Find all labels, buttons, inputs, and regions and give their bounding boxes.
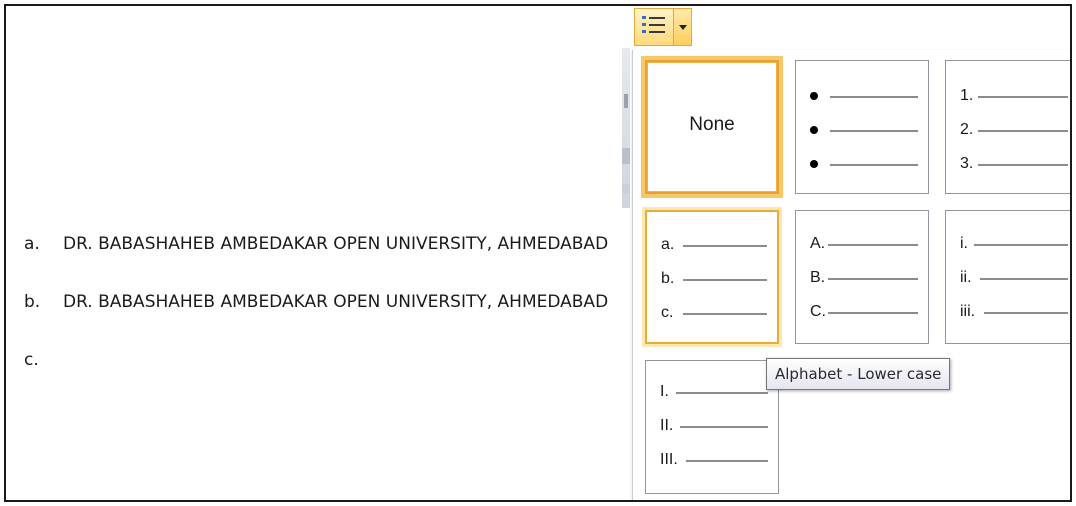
document-area[interactable]: a. DR. BABASHAHEB AMBEDAKAR OPEN UNIVERSI… — [6, 6, 634, 500]
numbering-dropdown-button[interactable] — [674, 8, 692, 46]
format-marker: 2. — [960, 121, 974, 138]
window-frame: a. DR. BABASHAHEB AMBEDAKAR OPEN UNIVERSI… — [4, 4, 1072, 502]
format-marker: 3. — [960, 155, 974, 172]
tooltip: Alphabet - Lower case — [766, 358, 951, 390]
numbering-library-gallery: None 1. 2. 3. a. b. c. A. B. C. i. ii. i… — [632, 50, 1070, 500]
numbering-option-bullets[interactable] — [795, 60, 929, 194]
bullet-dot-icon — [810, 160, 818, 168]
format-marker: III. — [660, 451, 678, 468]
ribbon-background — [622, 48, 630, 208]
numbered-list-icon — [641, 14, 667, 41]
format-marker: B. — [810, 269, 826, 286]
list-marker: c. — [24, 350, 39, 370]
bullet-dot-icon — [810, 126, 818, 134]
numbering-option-roman-lower[interactable]: i. ii. iii. — [945, 210, 1070, 344]
list-marker: b. — [24, 292, 41, 312]
format-marker: 1. — [960, 87, 974, 104]
format-marker: a. — [661, 236, 675, 253]
numbering-option-alpha-lower[interactable]: a. b. c. — [645, 210, 779, 344]
none-label: None — [689, 114, 735, 135]
list-item[interactable]: b. DR. BABASHAHEB AMBEDAKAR OPEN UNIVERSI… — [24, 292, 608, 312]
format-marker: II. — [660, 417, 674, 434]
numbering-option-arabic[interactable]: 1. 2. 3. — [945, 60, 1070, 194]
chevron-down-icon — [678, 24, 687, 30]
numbering-option-none[interactable]: None — [645, 60, 779, 194]
numbering-option-roman-upper[interactable]: I. II. III. — [645, 360, 779, 494]
format-marker: iii. — [960, 303, 976, 320]
format-marker: i. — [960, 235, 968, 252]
list-item[interactable]: c. — [24, 350, 63, 370]
numbering-option-alpha-upper[interactable]: A. B. C. — [795, 210, 929, 344]
list-item[interactable]: a. DR. BABASHAHEB AMBEDAKAR OPEN UNIVERSI… — [24, 234, 608, 254]
format-marker: A. — [810, 235, 826, 252]
numbering-split-button[interactable] — [634, 8, 694, 46]
format-marker: ii. — [960, 269, 972, 286]
format-marker: c. — [661, 304, 674, 321]
numbering-button[interactable] — [634, 8, 674, 46]
list-item-text: DR. BABASHAHEB AMBEDAKAR OPEN UNIVERSITY… — [63, 292, 609, 312]
list-item-text: DR. BABASHAHEB AMBEDAKAR OPEN UNIVERSITY… — [63, 234, 609, 254]
format-marker: b. — [661, 270, 675, 287]
bullet-dot-icon — [810, 92, 818, 100]
format-marker: I. — [660, 383, 669, 400]
list-marker: a. — [24, 234, 40, 254]
format-marker: C. — [810, 303, 826, 320]
